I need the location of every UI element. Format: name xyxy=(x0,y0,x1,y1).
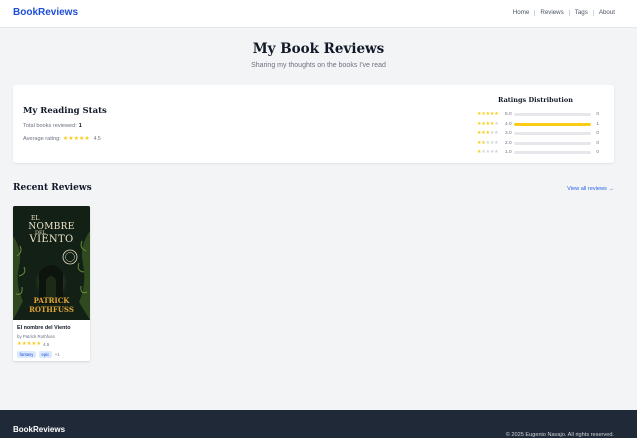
page-footer: BookReviews © 2025 Eugenio Navajo. All r… xyxy=(0,410,637,438)
distribution-row: ★★★★★ 1.0 0 xyxy=(477,149,607,156)
tag-fantasy[interactable]: fantasy xyxy=(17,351,36,358)
cover-author-first: PATRICK xyxy=(33,296,70,305)
book-card[interactable]: EL NOMBRE DEL VIENTO PATRICK ROTHFUSS El… xyxy=(13,206,90,361)
average-rating-label: Average rating: xyxy=(23,135,61,142)
distribution-stars-icon: ★★★★★ xyxy=(477,149,499,156)
reading-stats-card: My Reading Stats Total books reviewed: 1… xyxy=(13,85,614,163)
footer-copyright: © 2025 Eugenio Navajo. All rights reserv… xyxy=(505,432,614,438)
distribution-label: 3.0 xyxy=(505,131,512,137)
nav-about-link[interactable]: About xyxy=(599,9,615,16)
total-books-stat: Total books reviewed: 1 xyxy=(23,123,82,129)
top-navbar: BookReviews Home Reviews Tags About xyxy=(0,0,637,28)
distribution-label: 4.0 xyxy=(505,121,512,127)
distribution-label: 1.0 xyxy=(505,150,512,156)
average-rating-stars-icon: ★★★★★ xyxy=(62,136,90,142)
cover-title-line2: NOMBRE xyxy=(28,222,75,232)
total-books-value: 1 xyxy=(78,123,82,129)
book-tags: fantasy epic +1 xyxy=(17,351,60,358)
brand-logo[interactable]: BookReviews xyxy=(13,7,78,18)
nav-divider xyxy=(592,9,594,16)
distribution-stars-icon: ★★★★★ xyxy=(477,120,499,127)
nav-divider xyxy=(568,9,570,16)
page-subtitle: Sharing my thoughts on the books I've re… xyxy=(251,62,386,69)
recent-reviews-title: Recent Reviews xyxy=(13,183,92,193)
tag-epic[interactable]: epic xyxy=(38,351,52,358)
average-rating-stat: Average rating: ★★★★★ 4.5 xyxy=(23,135,101,143)
cover-author-last: ROTHFUSS xyxy=(29,305,74,314)
cover-author: PATRICK ROTHFUSS xyxy=(13,296,90,314)
nav-tags-link[interactable]: Tags xyxy=(575,9,588,16)
distribution-bar-track xyxy=(514,151,591,155)
distribution-stars-icon: ★★★★★ xyxy=(477,111,499,117)
nav-reviews-link[interactable]: Reviews xyxy=(540,9,563,16)
distribution-label: 5.0 xyxy=(505,112,512,117)
distribution-bar-track xyxy=(514,113,591,116)
distribution-stars-icon: ★★★★★ xyxy=(477,139,499,146)
cover-title: EL NOMBRE DEL VIENTO xyxy=(13,215,90,245)
page-title: My Book Reviews xyxy=(252,41,385,57)
distribution-count: 0 xyxy=(596,140,599,146)
view-all-reviews-link[interactable]: View all reviews → xyxy=(567,186,614,192)
book-rating: ★★★★★ 4.5 xyxy=(17,341,49,347)
nav-divider xyxy=(534,9,536,16)
distribution-count: 0 xyxy=(596,112,599,117)
distribution-bar-track xyxy=(514,141,591,145)
main-nav: Home Reviews Tags About xyxy=(513,9,615,16)
more-tags-count: +1 xyxy=(54,352,60,357)
average-rating-value: 4.5 xyxy=(93,135,101,142)
distribution-bar-track xyxy=(514,132,591,136)
total-books-label: Total books reviewed: xyxy=(23,123,77,129)
distribution-count: 1 xyxy=(596,121,599,127)
distribution-row: ★★★★★ 3.0 0 xyxy=(477,130,607,137)
distribution-row: ★★★★★ 2.0 0 xyxy=(477,140,607,147)
book-rating-stars-icon: ★★★★★ xyxy=(17,341,42,347)
footer-brand: BookReviews xyxy=(13,425,66,434)
book-cover[interactable]: EL NOMBRE DEL VIENTO PATRICK ROTHFUSS xyxy=(13,206,90,320)
ratings-distribution-title: Ratings Distribution xyxy=(498,96,573,104)
book-title[interactable]: El nombre del Viento xyxy=(17,325,71,331)
distribution-label: 2.0 xyxy=(505,140,512,146)
distribution-bar-fill xyxy=(514,122,591,126)
cover-title-line4: VIENTO xyxy=(29,234,74,245)
book-rating-value: 4.5 xyxy=(43,341,50,347)
distribution-count: 0 xyxy=(596,131,599,137)
reading-stats-title: My Reading Stats xyxy=(23,106,107,116)
distribution-bar-track xyxy=(514,122,591,126)
distribution-stars-icon: ★★★★★ xyxy=(477,130,499,137)
distribution-count: 0 xyxy=(596,150,599,156)
book-author: by Patrick Rothfuss xyxy=(17,334,55,339)
distribution-row: ★★★★★ 5.0 0 xyxy=(477,111,607,118)
distribution-row: ★★★★★ 4.0 1 xyxy=(477,121,607,128)
nav-home-link[interactable]: Home xyxy=(513,9,530,16)
